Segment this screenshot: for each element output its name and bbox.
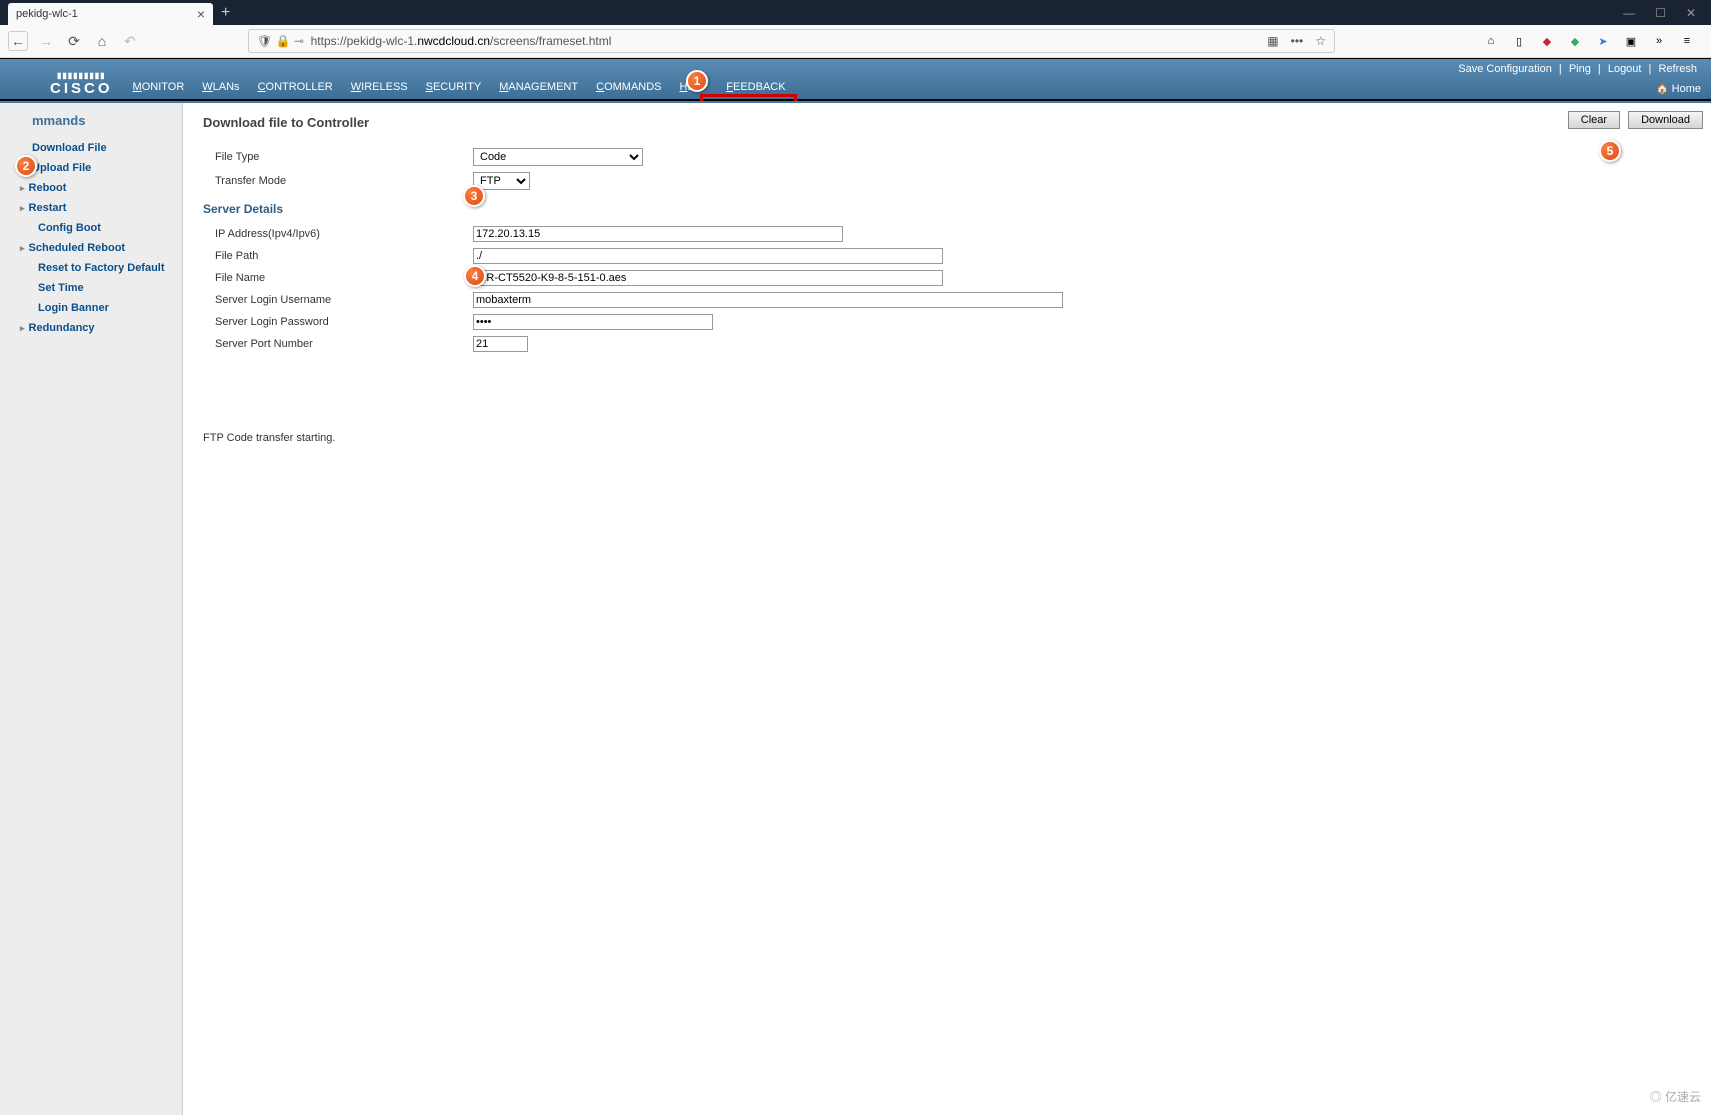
nav-monitor[interactable]: MONITOR xyxy=(133,81,185,93)
label-transfer-mode: Transfer Mode xyxy=(203,175,473,187)
sidebar-item-set-time[interactable]: Set Time xyxy=(8,278,174,298)
sidebar-title: mmands xyxy=(8,113,174,128)
input-ip[interactable] xyxy=(473,226,843,242)
cisco-header: ▮▮▮▮▮▮▮▮▮ CISCO MONITOR WLANs CONTROLLER… xyxy=(0,58,1711,101)
sidebar-item-restart[interactable]: Restart xyxy=(8,198,174,218)
forward-button[interactable]: → xyxy=(36,31,56,51)
shield-icon: 🛡 xyxy=(257,34,272,48)
browser-tab-bar: pekidg-wlc-1 × + — ☐ ✕ xyxy=(0,0,1711,25)
nav-controller[interactable]: CONTROLLER xyxy=(258,81,333,93)
undo-button[interactable]: ↶ xyxy=(120,31,140,51)
label-password: Server Login Password xyxy=(203,316,473,328)
url-prefix: https://pekidg-wlc-1. xyxy=(311,34,418,48)
address-bar: ← → ⟳ ⌂ ↶ 🛡 🔒 ⊸ https://pekidg-wlc-1.nwc… xyxy=(0,25,1711,58)
nav-commands[interactable]: COMMANDS xyxy=(596,81,661,93)
tab-title: pekidg-wlc-1 xyxy=(16,8,189,20)
menu-icon[interactable]: ≡ xyxy=(1679,35,1695,47)
link-logout[interactable]: Logout xyxy=(1608,63,1642,75)
sidebar-item-config-boot[interactable]: Config Boot xyxy=(8,218,174,238)
lock-icon: 🔒 xyxy=(276,34,291,48)
sidebar-icon[interactable]: ▯ xyxy=(1511,35,1527,48)
label-file-type: File Type xyxy=(203,151,473,163)
logo-text: CISCO xyxy=(50,80,113,97)
sidebar-item-login-banner[interactable]: Login Banner xyxy=(8,298,174,318)
minimize-icon[interactable]: — xyxy=(1623,6,1635,20)
home-link[interactable]: Home xyxy=(1656,83,1701,95)
watermark: 亿速云 xyxy=(1650,1088,1701,1105)
reload-button[interactable]: ⟳ xyxy=(64,31,84,51)
logo-bars-icon: ▮▮▮▮▮▮▮▮▮ xyxy=(57,72,106,80)
section-server-details: Server Details xyxy=(203,202,1691,216)
download-button[interactable]: Download xyxy=(1628,111,1703,129)
url-input[interactable]: 🛡 🔒 ⊸ https://pekidg-wlc-1.nwcdcloud.cn/… xyxy=(248,29,1335,53)
nav-management[interactable]: MANAGEMENT xyxy=(499,81,578,93)
close-window-icon[interactable]: ✕ xyxy=(1686,6,1696,20)
nav-wlans[interactable]: WLANs xyxy=(202,81,239,93)
input-password[interactable] xyxy=(473,314,713,330)
nav-security[interactable]: SECURITY xyxy=(426,81,482,93)
input-port[interactable] xyxy=(473,336,528,352)
header-links: Save Configuration | Ping | Logout | Ref… xyxy=(1454,63,1701,75)
sidebar-item-scheduled-reboot[interactable]: Scheduled Reboot xyxy=(8,238,174,258)
sidebar: mmands Download File Upload File Reboot … xyxy=(0,103,183,1115)
sidebar-item-download-file[interactable]: Download File xyxy=(8,138,174,158)
input-file-name[interactable] xyxy=(473,270,943,286)
window-controls: — ☐ ✕ xyxy=(1623,6,1711,20)
back-button[interactable]: ← xyxy=(8,31,28,51)
nav-feedback[interactable]: FEEDBACK xyxy=(726,81,785,93)
label-file-name: File Name xyxy=(203,272,473,284)
cisco-logo: ▮▮▮▮▮▮▮▮▮ CISCO xyxy=(50,72,113,97)
clear-button[interactable]: Clear xyxy=(1568,111,1620,129)
label-ip: IP Address(Ipv4/Ipv6) xyxy=(203,228,473,240)
page-title: Download file to Controller xyxy=(203,115,1691,130)
nav-wireless[interactable]: WIRELESS xyxy=(351,81,408,93)
browser-tab[interactable]: pekidg-wlc-1 × xyxy=(8,3,213,25)
annotation-marker-4: 4 xyxy=(464,265,486,287)
ext-icon-2[interactable]: ◆ xyxy=(1567,35,1583,48)
main-panel: Download file to Controller Clear Downlo… xyxy=(183,103,1711,1115)
link-ping[interactable]: Ping xyxy=(1569,63,1591,75)
toolbar-icons: ⌂ ▯ ◆ ◆ ➤ ▣ » ≡ xyxy=(1483,35,1703,48)
link-refresh[interactable]: Refresh xyxy=(1658,63,1697,75)
select-file-type[interactable]: Code xyxy=(473,148,643,166)
tab-close-icon[interactable]: × xyxy=(197,6,205,22)
url-domain: nwcdcloud.cn xyxy=(417,34,490,48)
more-icon[interactable]: ••• xyxy=(1291,34,1304,48)
annotation-marker-5: 5 xyxy=(1599,140,1621,162)
label-username: Server Login Username xyxy=(203,294,473,306)
label-port: Server Port Number xyxy=(203,338,473,350)
input-username[interactable] xyxy=(473,292,1063,308)
ext-icon-3[interactable]: ➤ xyxy=(1595,35,1611,48)
annotation-marker-1: 1 xyxy=(686,70,708,92)
qr-icon[interactable]: ▦ xyxy=(1267,34,1278,48)
annotation-marker-3: 3 xyxy=(463,185,485,207)
url-path: /screens/frameset.html xyxy=(490,34,611,48)
new-tab-button[interactable]: + xyxy=(221,4,230,22)
sidebar-item-redundancy[interactable]: Redundancy xyxy=(8,318,174,338)
home-button[interactable]: ⌂ xyxy=(92,31,112,51)
ext-icon-4[interactable]: ▣ xyxy=(1623,35,1639,48)
link-save-config[interactable]: Save Configuration xyxy=(1458,63,1552,75)
status-message: FTP Code transfer starting. xyxy=(203,432,1691,444)
label-file-path: File Path xyxy=(203,250,473,262)
ext-icon-1[interactable]: ◆ xyxy=(1539,35,1555,48)
maximize-icon[interactable]: ☐ xyxy=(1655,6,1666,20)
sidebar-item-reboot[interactable]: Reboot xyxy=(8,178,174,198)
sidebar-item-reset-factory[interactable]: Reset to Factory Default xyxy=(8,258,174,278)
annotation-marker-2: 2 xyxy=(15,155,37,177)
library-icon[interactable]: ⌂ xyxy=(1483,35,1499,47)
bookmark-icon[interactable]: ☆ xyxy=(1315,34,1326,48)
input-file-path[interactable] xyxy=(473,248,943,264)
overflow-icon[interactable]: » xyxy=(1651,35,1667,47)
